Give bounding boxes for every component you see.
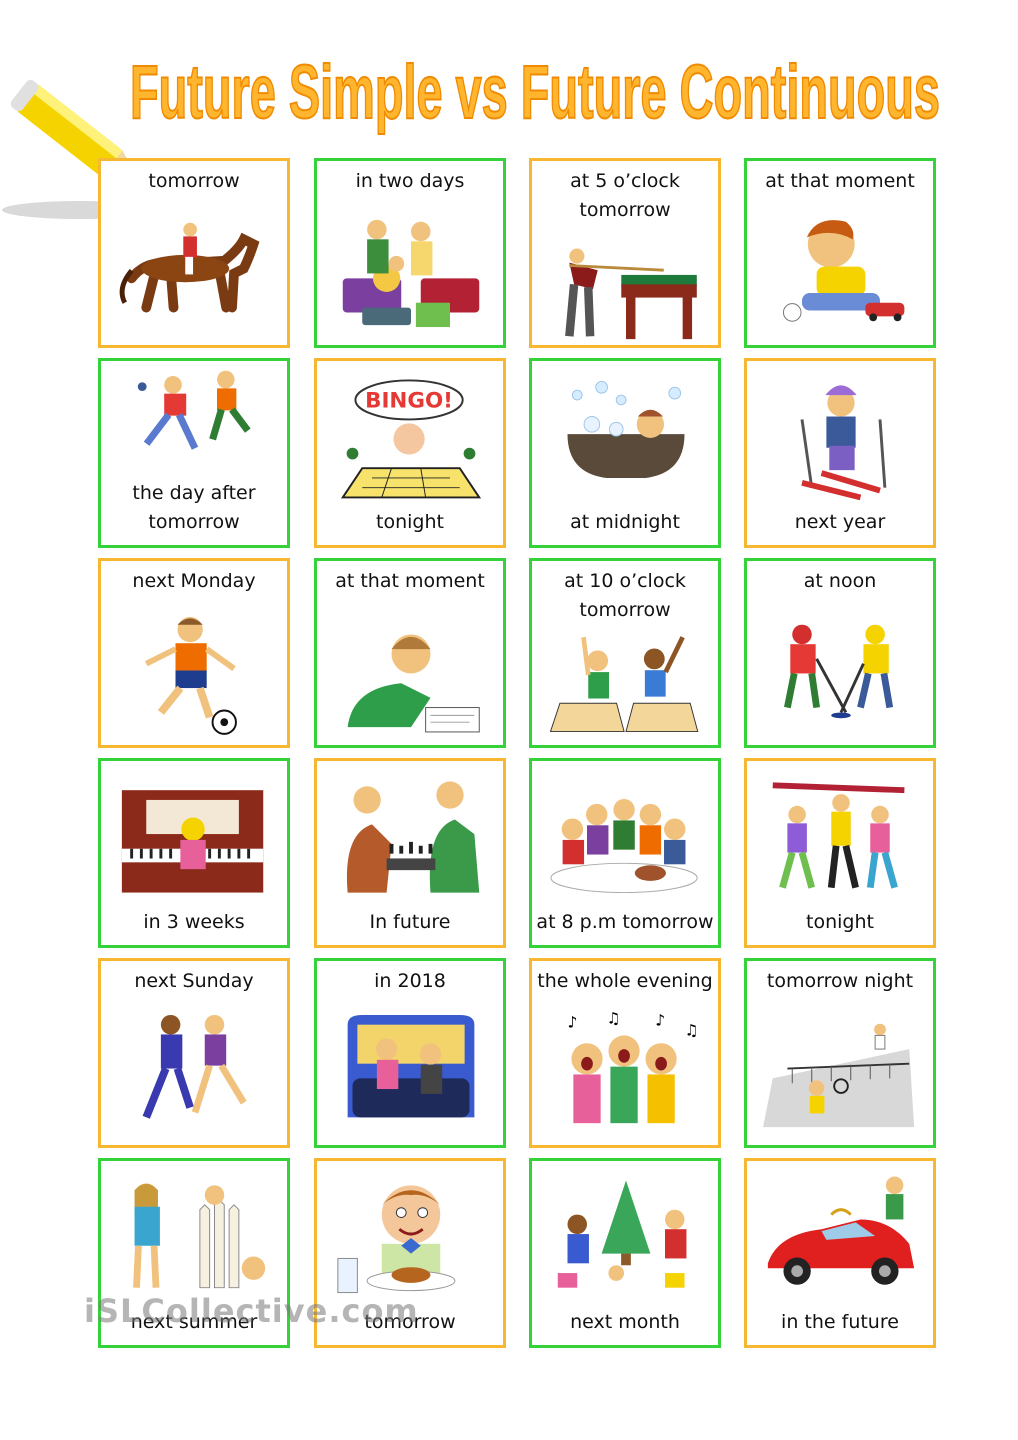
card-label: tomorrow night	[766, 970, 914, 992]
card-label: at noon	[803, 570, 877, 592]
svg-text:♪: ♪	[568, 1014, 578, 1032]
flashcard: next month	[529, 1158, 721, 1348]
card-label: In future	[369, 911, 451, 933]
flashcard: at that moment	[314, 558, 506, 748]
singers-icon: ♪ ♫ ♪ ♫	[548, 1001, 704, 1141]
flashcard: in 3 weeks	[98, 758, 290, 948]
card-label: at that moment	[335, 570, 485, 592]
card-label: the day after tomorrow	[132, 482, 256, 533]
flashcard: tomorrow night	[744, 958, 936, 1148]
flashcard: ♪ ♫ ♪ ♫ the whole evening	[529, 958, 721, 1148]
card-label: tonight	[376, 511, 444, 533]
boy-toy-car-icon	[763, 201, 919, 341]
page-title: Future Simple vs Future Continuous	[120, 28, 950, 148]
flashcard: In future	[314, 758, 506, 948]
family-dinner-icon	[548, 769, 704, 904]
sports-car-icon	[763, 1169, 919, 1304]
card-label: in 3 weeks	[143, 911, 245, 933]
card-label: at 8 p.m tomorrow	[536, 911, 714, 933]
card-label: next month	[570, 1311, 680, 1333]
watermark: iSLCollective.com	[84, 1292, 419, 1330]
card-label: in 2018	[374, 970, 446, 992]
boy-writing-icon	[333, 601, 489, 741]
title-text: Future Simple vs Future Continuous	[130, 50, 940, 135]
svg-text:♫: ♫	[685, 1021, 699, 1039]
card-label: next Sunday	[134, 970, 254, 992]
flashcard: at 10 o’clock tomorrow	[529, 558, 721, 748]
hockey-icon	[763, 601, 919, 741]
card-label: at 10 o’clock tomorrow	[564, 570, 686, 621]
joggers-icon	[117, 1001, 273, 1141]
svg-text:BINGO!: BINGO!	[365, 389, 453, 414]
christmas-party-icon	[548, 1169, 704, 1304]
card-label: at 5 o’clock tomorrow	[570, 170, 680, 221]
flashcard: in 2018	[314, 958, 506, 1148]
skier-icon	[763, 369, 919, 504]
horse-rider-icon	[117, 201, 273, 341]
flashcard: BINGO! tonight	[314, 358, 506, 548]
flashcard: at that moment	[744, 158, 936, 348]
billiards-icon	[548, 223, 704, 341]
soccer-boy-icon	[117, 601, 273, 741]
tennis-icon	[763, 1001, 919, 1141]
boy-eating-icon	[333, 1169, 489, 1304]
flashcard: at midnight	[529, 358, 721, 548]
running-kids-icon	[117, 369, 273, 479]
card-label: next year	[794, 511, 886, 533]
classroom-icon	[548, 623, 704, 741]
card-label: at midnight	[570, 511, 680, 533]
flashcard: the day after tomorrow	[98, 358, 290, 548]
flashcard: tonight	[744, 758, 936, 948]
svg-text:♫: ♫	[607, 1010, 621, 1028]
card-label: tonight	[806, 911, 874, 933]
flashcard: next year	[744, 358, 936, 548]
card-label: tomorrow	[148, 170, 240, 192]
flashcard: in the future	[744, 1158, 936, 1348]
train-passengers-icon	[333, 1001, 489, 1141]
flashcard: next Sunday	[98, 958, 290, 1148]
svg-text:♪: ♪	[655, 1012, 665, 1030]
flashcard: next Monday	[98, 558, 290, 748]
card-label: next Monday	[132, 570, 256, 592]
chess-icon	[333, 769, 489, 904]
flashcard: at noon	[744, 558, 936, 748]
family-luggage-icon	[333, 201, 489, 341]
flashcard: at 8 p.m tomorrow	[529, 758, 721, 948]
flashcard: in two days	[314, 158, 506, 348]
bathtub-icon	[548, 369, 704, 504]
card-label: in the future	[781, 1311, 899, 1333]
piano-icon	[117, 769, 273, 904]
dancers-icon	[763, 769, 919, 904]
card-label: in two days	[355, 170, 465, 192]
flashcard: at 5 o’clock tomorrow	[529, 158, 721, 348]
bingo-icon: BINGO!	[333, 369, 489, 504]
flashcard: tomorrow	[98, 158, 290, 348]
girl-fence-icon	[117, 1169, 273, 1304]
card-label: at that moment	[765, 170, 915, 192]
card-label: the whole evening	[537, 970, 713, 992]
